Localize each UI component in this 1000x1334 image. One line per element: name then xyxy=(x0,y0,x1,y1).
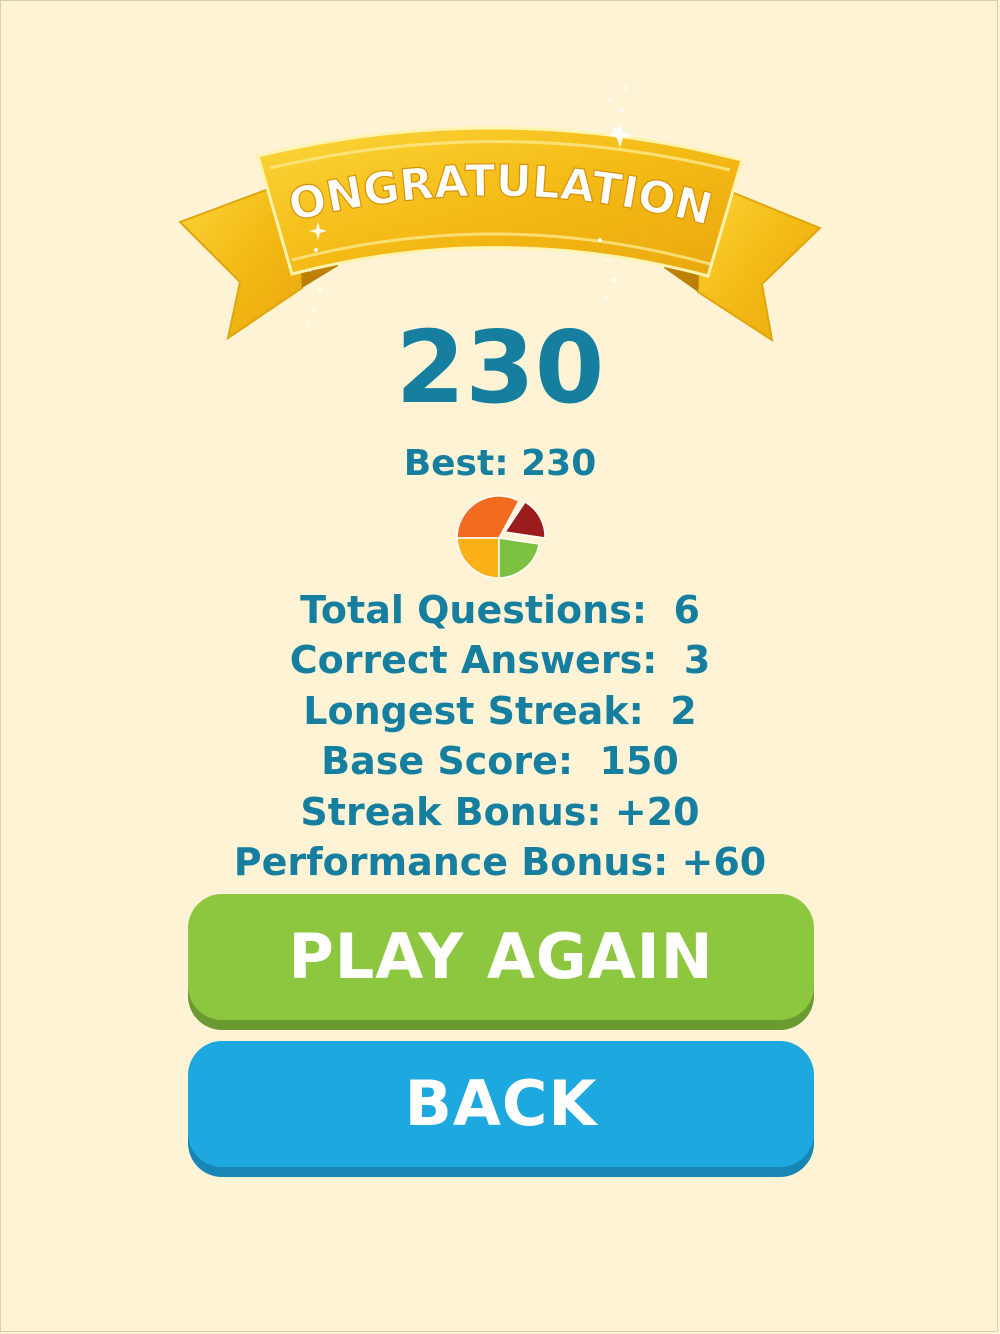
pie-chart-icon xyxy=(456,495,546,578)
final-score: 230 xyxy=(395,309,605,426)
congratulations-banner: CONGRATULATIONS xyxy=(170,70,822,343)
stat-base-score: Base Score: 150 xyxy=(321,739,679,784)
stat-performance-bonus: Performance Bonus: +60 xyxy=(233,839,767,884)
stat-correct-answers: Correct Answers: 3 xyxy=(289,638,711,683)
stat-total-questions: Total Questions: 6 xyxy=(300,588,700,632)
play-again-button[interactable]: PLAY AGAIN xyxy=(188,894,814,1020)
stat-streak-bonus: Streak Bonus: +20 xyxy=(300,789,700,834)
best-score: Best: 230 xyxy=(403,443,597,484)
back-button[interactable]: BACK xyxy=(188,1041,814,1167)
stat-longest-streak: Longest Streak: 2 xyxy=(303,688,697,733)
stats-list: Total Questions: 6 Correct Answers: 3 Lo… xyxy=(0,585,1000,887)
